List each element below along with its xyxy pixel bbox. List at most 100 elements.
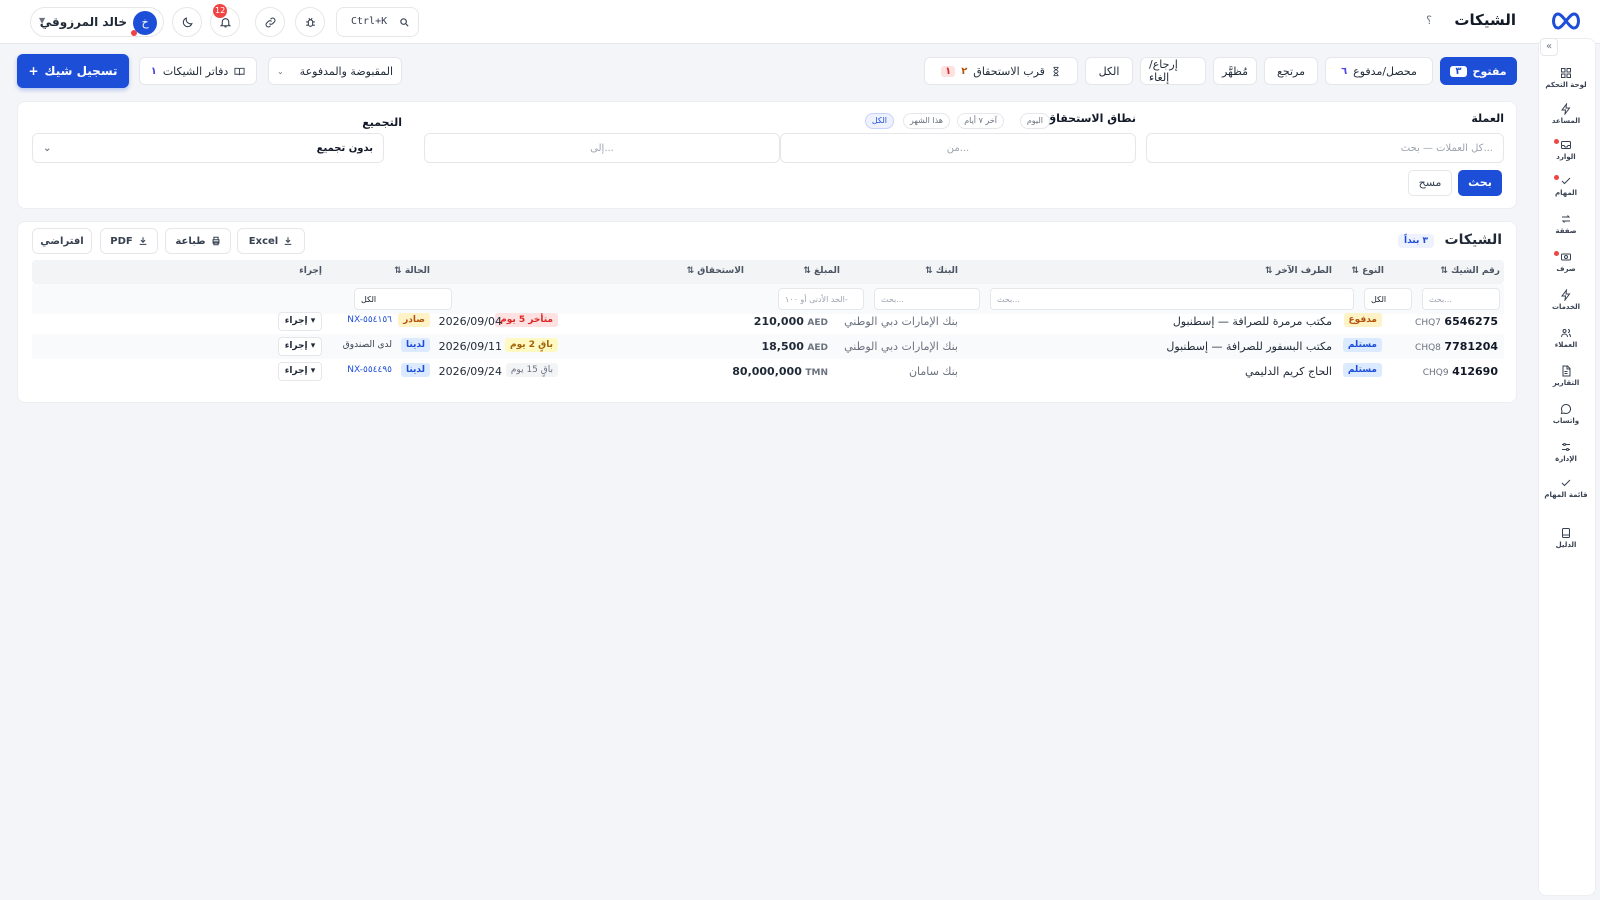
table-header: ⇅ رقم الشيك ⇅ النوع ⇅ الطرف الآخر ⇅ البن…: [32, 260, 1504, 284]
due-date-cell: 2026/09/11: [438, 340, 502, 353]
grouping-label: التجميع: [362, 116, 402, 129]
tab-endorsed[interactable]: مُظهَّر: [1213, 57, 1257, 85]
table-row[interactable]: CHQ8 7781204 مستلم مكتب البسفور للصرافة …: [32, 334, 1504, 359]
user-name: خالد المرزوقي: [39, 15, 127, 29]
sidebar-item-admin[interactable]: الإدارة: [1537, 441, 1595, 475]
chip-this-month[interactable]: هذا الشهر: [902, 113, 950, 129]
sidebar-collapse-button[interactable]: «: [1540, 38, 1558, 56]
search-button[interactable]: بحث: [1458, 170, 1502, 196]
search-shortcut: Ctrl+K: [351, 16, 388, 27]
reference-link[interactable]: NX-٥٥٤٤٩٥: [347, 365, 392, 375]
print-button[interactable]: طباعة: [165, 228, 231, 254]
row-action-button[interactable]: إجراء ▾: [278, 337, 322, 356]
type-badge: مستلم: [1342, 338, 1382, 352]
filter-bank[interactable]: بحث...: [874, 288, 980, 310]
tab-label: مرتجع: [1277, 64, 1305, 78]
sidebar-item-clients[interactable]: العملاء: [1537, 327, 1595, 361]
sidebar-item-task-list[interactable]: قائمة المهام: [1537, 477, 1595, 511]
row-action-button[interactable]: إجراء ▾: [278, 312, 322, 331]
check-icon: [1561, 177, 1571, 185]
tab-open[interactable]: ٣ مفتوح: [1440, 57, 1517, 85]
sort-icon: ⇅: [686, 266, 695, 276]
sidebar-item-reports[interactable]: التقارير: [1537, 365, 1595, 399]
due-date-cell: 2026/09/24: [438, 365, 502, 378]
col-status[interactable]: ⇅ الحالة: [394, 266, 430, 276]
sidebar-item-tasks[interactable]: المهام: [1537, 175, 1595, 209]
bug-icon: [305, 17, 315, 27]
sidebar-item-label: صرف: [1556, 265, 1576, 273]
reference-link[interactable]: NX-٥٥٤١٥٦: [347, 315, 392, 325]
chip-all[interactable]: الكل: [864, 113, 894, 129]
notifications-button[interactable]: 12: [210, 4, 240, 37]
cheque-books-button[interactable]: ١ دفاتر الشيكات: [139, 57, 257, 85]
tab-returned[interactable]: مرتجع: [1264, 57, 1318, 85]
filter-amount-min[interactable]: الحد الأدنى أو ١٠٠-: [778, 288, 864, 310]
sidebar-item-guide[interactable]: الدليل: [1537, 527, 1595, 561]
row-action-button[interactable]: إجراء ▾: [278, 362, 322, 381]
filter-type[interactable]: الكل: [1364, 288, 1412, 310]
tab-count: ٦: [1341, 65, 1348, 77]
sidebar-item-label: المهام: [1554, 189, 1578, 197]
col-action: إجراء: [299, 266, 322, 276]
filter-cheque-no[interactable]: بحث...: [1422, 288, 1500, 310]
sidebar-item-whatsapp[interactable]: واتساب: [1537, 403, 1595, 437]
cheque-books-label: دفاتر الشيكات: [162, 64, 229, 78]
col-type[interactable]: ⇅ النوع: [1351, 266, 1384, 276]
link-icon: [265, 17, 275, 27]
tab-return-cancel[interactable]: إرجاع/إلغاء: [1140, 57, 1206, 85]
grouping-select-value: بدون تجميع: [316, 142, 373, 154]
table-row[interactable]: CHQ7 6546275 مدفوع مكتب مرمرة للصرافة — …: [32, 309, 1504, 334]
sidebar-item-dashboard[interactable]: لوحة التحكم: [1537, 67, 1595, 101]
export-excel-button[interactable]: Excel: [237, 228, 305, 254]
debug-button[interactable]: [295, 7, 325, 37]
chip-last-7-days[interactable]: آخر ٧ أيام: [957, 113, 1004, 129]
currency-input[interactable]: كل العملات — بحث...: [1146, 133, 1504, 163]
sort-icon: ⇅: [925, 266, 933, 276]
global-search-button[interactable]: Ctrl+K: [336, 7, 419, 37]
col-cheque-no[interactable]: ⇅ رقم الشيك: [1440, 266, 1500, 276]
clear-button[interactable]: مسح: [1408, 170, 1452, 196]
sort-icon: ⇅: [394, 266, 402, 276]
tab-collected-paid[interactable]: ٦ محصل/مدفوع: [1325, 57, 1433, 85]
bank-cell: بنك الإمارات دبي الوطني: [844, 315, 958, 328]
col-amount[interactable]: ⇅ المبلغ: [803, 266, 840, 276]
table-row[interactable]: CHQ9 412690 مستلم الحاج كريم الدليمي بنك…: [32, 359, 1504, 384]
tab-label: قرب الاستحقاق: [973, 64, 1045, 78]
bank-cell: بنك الإمارات دبي الوطني: [844, 340, 958, 353]
sidebar-item-assistant[interactable]: المساعد: [1537, 103, 1595, 137]
chip-today[interactable]: اليوم: [1019, 113, 1050, 129]
help-icon[interactable]: ؟: [1426, 14, 1432, 27]
sidebar-item-services[interactable]: الخدمات: [1537, 289, 1595, 323]
sidebar-item-exchange[interactable]: صرف: [1537, 251, 1595, 285]
due-range-label: نطاق الاستحقاق: [1046, 112, 1136, 125]
lightning-icon: [1561, 103, 1571, 115]
col-due[interactable]: ⇅ الاستحقاق: [687, 266, 744, 276]
due-badge: متأخر 5 يوم: [495, 313, 558, 327]
filter-status[interactable]: الكل: [354, 288, 452, 310]
register-cheque-button[interactable]: + تسجيل شيك: [17, 54, 129, 88]
unread-dot: [1554, 251, 1559, 256]
party-cell: مكتب مرمرة للصرافة — إسطنبول: [1172, 315, 1332, 328]
brand-logo[interactable]: [1550, 11, 1582, 31]
due-from-input[interactable]: من...: [780, 133, 1136, 163]
col-party[interactable]: ⇅ الطرف الآخر: [1265, 266, 1332, 276]
user-menu[interactable]: خ خالد المرزوقي ▼: [30, 7, 164, 37]
tab-all[interactable]: الكل: [1085, 57, 1133, 85]
col-bank[interactable]: ⇅ البنك: [925, 266, 958, 276]
sidebar-item-inbox[interactable]: الوارد: [1537, 139, 1595, 173]
theme-toggle-button[interactable]: [172, 7, 202, 37]
view-select[interactable]: ⌄ المقبوضة والمدفوعة: [268, 57, 402, 85]
link-button[interactable]: [255, 7, 285, 37]
sidebar-item-label: واتساب: [1552, 417, 1580, 425]
tab-near-due[interactable]: ١ ٢ قرب الاستحقاق: [924, 57, 1078, 85]
sidebar-item-label: لوحة التحكم: [1545, 81, 1587, 89]
default-view-button[interactable]: افتراضي: [32, 228, 92, 254]
sidebar-item-deal[interactable]: صفقة: [1537, 213, 1595, 247]
filter-party[interactable]: بحث...: [990, 288, 1354, 310]
top-bar: الشيكات ؟ خ خالد المرزوقي ▼ 12 Ctrl+K: [0, 0, 1600, 44]
due-to-input[interactable]: إلى...: [424, 133, 780, 163]
col-label: المبلغ: [814, 266, 840, 276]
lightning-icon: [1561, 289, 1571, 301]
export-pdf-button[interactable]: PDF: [100, 228, 158, 254]
grouping-select[interactable]: ⌄ بدون تجميع: [32, 133, 384, 163]
